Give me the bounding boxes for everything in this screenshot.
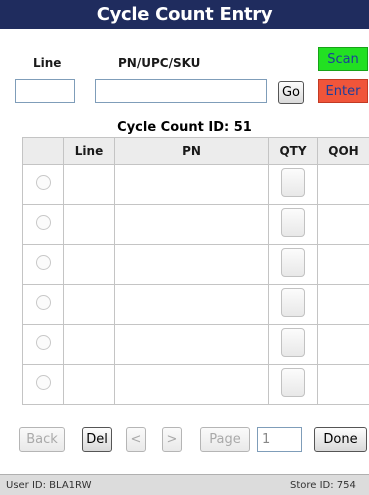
row-select-radio[interactable] — [35, 215, 51, 230]
line-input[interactable] — [15, 79, 75, 103]
qty-input[interactable] — [281, 368, 305, 397]
row-pn-cell — [114, 244, 269, 285]
row-pn-cell — [114, 324, 269, 365]
page-title: Cycle Count Entry — [0, 0, 369, 29]
row-pn-cell — [114, 164, 269, 205]
page-button[interactable]: Page — [200, 427, 250, 452]
table-header-row: Line PN QTY QOH — [22, 137, 369, 165]
pn-upc-sku-input[interactable] — [95, 79, 267, 103]
prev-page-button[interactable]: < — [126, 427, 146, 452]
line-label: Line — [33, 56, 62, 70]
scan-button[interactable]: Scan — [318, 47, 368, 71]
row-select-radio[interactable] — [35, 335, 51, 350]
delete-button[interactable]: Del — [82, 427, 112, 452]
table-row — [22, 244, 369, 285]
next-page-button[interactable]: > — [162, 427, 182, 452]
pn-upc-sku-label: PN/UPC/SKU — [118, 56, 201, 70]
table-row — [22, 164, 369, 205]
cycle-count-table: Line PN QTY QOH — [22, 137, 369, 405]
qty-input[interactable] — [281, 288, 305, 317]
row-select-radio[interactable] — [35, 175, 51, 190]
row-select-radio[interactable] — [35, 255, 51, 270]
qty-input[interactable] — [281, 168, 305, 197]
column-header-qty: QTY — [268, 137, 318, 165]
qty-input[interactable] — [281, 248, 305, 277]
row-line-cell — [63, 204, 115, 245]
qty-input[interactable] — [281, 328, 305, 357]
row-qoh-cell — [317, 244, 369, 285]
row-select-radio[interactable] — [35, 295, 51, 310]
row-line-cell — [63, 284, 115, 325]
go-button[interactable]: Go — [278, 81, 304, 104]
row-qoh-cell — [317, 164, 369, 205]
user-id: User ID: BLA1RW — [6, 480, 92, 491]
column-header-select — [22, 137, 64, 165]
table-row — [22, 284, 369, 325]
row-line-cell — [63, 164, 115, 205]
row-line-cell — [63, 364, 115, 405]
row-line-cell — [63, 244, 115, 285]
row-qoh-cell — [317, 284, 369, 325]
column-header-line: Line — [63, 137, 115, 165]
qty-input[interactable] — [281, 208, 305, 237]
column-header-pn: PN — [114, 137, 269, 165]
enter-button[interactable]: Enter — [318, 79, 368, 103]
row-qoh-cell — [317, 324, 369, 365]
row-qoh-cell — [317, 204, 369, 245]
row-select-radio[interactable] — [35, 375, 51, 390]
cycle-count-id: Cycle Count ID: 51 — [117, 120, 252, 135]
table-row — [22, 204, 369, 245]
done-button[interactable]: Done — [314, 427, 367, 452]
row-line-cell — [63, 324, 115, 365]
back-button[interactable]: Back — [19, 427, 65, 452]
row-pn-cell — [114, 204, 269, 245]
store-id: Store ID: 754 — [290, 480, 356, 491]
table-row — [22, 364, 369, 405]
table-row — [22, 324, 369, 365]
row-pn-cell — [114, 364, 269, 405]
status-bar: User ID: BLA1RW Store ID: 754 — [0, 474, 369, 495]
row-pn-cell — [114, 284, 269, 325]
column-header-qoh: QOH — [317, 137, 369, 165]
page-number-input[interactable] — [257, 427, 302, 452]
row-qoh-cell — [317, 364, 369, 405]
